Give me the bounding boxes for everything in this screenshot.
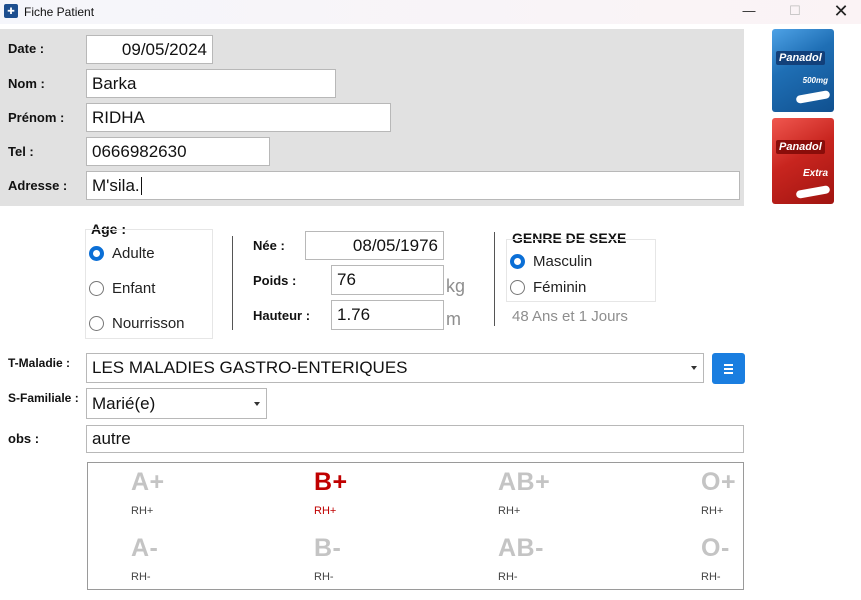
blood-type-a-pos[interactable]: A+ xyxy=(131,468,165,497)
list-icon xyxy=(724,372,733,374)
rh-label: RH- xyxy=(498,571,518,583)
nom-field[interactable]: Barka xyxy=(86,69,336,98)
obs-label: obs : xyxy=(8,431,40,446)
maladie-value: LES MALADIES GASTRO-ENTERIQUES xyxy=(92,358,408,377)
rh-label: RH- xyxy=(131,571,151,583)
hauteur-unit: m xyxy=(446,309,461,329)
list-icon xyxy=(724,368,733,370)
chevron-down-icon xyxy=(691,366,697,370)
date-field[interactable]: 09/05/2024 xyxy=(86,35,213,64)
poids-unit: kg xyxy=(446,276,466,296)
prenom-field[interactable]: RIDHA xyxy=(86,103,391,132)
radio-label: Masculin xyxy=(533,253,593,270)
radio-label: Enfant xyxy=(112,280,156,297)
familiale-label: S-Familiale : xyxy=(8,391,79,405)
panadol-500mg-image: Panadol 500mg xyxy=(772,29,834,112)
panadol-extra-image: Panadol Extra xyxy=(772,118,834,204)
tel-field[interactable]: 0666982630 xyxy=(86,137,270,166)
minimize-button[interactable]: — xyxy=(726,0,772,24)
panadol-sub-label: 500mg xyxy=(802,76,828,85)
blood-type-b-pos[interactable]: B+ xyxy=(314,468,348,497)
blood-type-o-pos[interactable]: O+ xyxy=(701,468,736,497)
nee-label: Née : xyxy=(253,238,285,253)
blood-type-a-neg[interactable]: A- xyxy=(131,534,158,563)
panadol-brand-label: Panadol xyxy=(776,51,825,65)
radio-label: Nourrisson xyxy=(112,315,185,332)
title-bar: ✚ Fiche Patient — ☐ ✕ xyxy=(0,0,861,24)
tablet-shape xyxy=(795,90,831,104)
chevron-down-icon xyxy=(254,401,260,406)
radio-nourrisson[interactable]: Nourrisson xyxy=(89,315,185,332)
list-icon xyxy=(724,364,733,366)
adresse-value: M'sila. xyxy=(92,175,140,195)
text-cursor xyxy=(140,176,142,195)
rh-label: RH+ xyxy=(131,505,154,517)
radio-dot xyxy=(510,254,525,269)
close-button[interactable]: ✕ xyxy=(818,0,861,24)
radio-enfant[interactable]: Enfant xyxy=(89,280,155,297)
app-icon: ✚ xyxy=(4,4,18,18)
window-title: Fiche Patient xyxy=(24,5,95,19)
hauteur-field[interactable]: 1.76 xyxy=(331,300,444,330)
radio-dot xyxy=(89,246,104,261)
poids-label: Poids : xyxy=(253,273,297,288)
radio-masculin[interactable]: Masculin xyxy=(510,253,592,270)
nee-field[interactable]: 08/05/1976 xyxy=(305,231,444,260)
adresse-field[interactable]: M'sila. xyxy=(86,171,740,200)
rh-label: RH+ xyxy=(701,505,724,517)
tel-label: Tel : xyxy=(8,144,34,159)
blood-type-ab-neg[interactable]: AB- xyxy=(498,534,544,563)
panadol-sub-label: Extra xyxy=(802,168,828,179)
radio-label: Féminin xyxy=(533,279,587,296)
blood-type-b-neg[interactable]: B- xyxy=(314,534,341,563)
poids-field[interactable]: 76 xyxy=(331,265,444,295)
separator xyxy=(494,232,495,326)
computed-age: 48 Ans et 1 Jours xyxy=(512,308,628,325)
nom-label: Nom : xyxy=(8,76,45,91)
date-label: Date : xyxy=(8,41,45,56)
maladie-select[interactable]: LES MALADIES GASTRO-ENTERIQUES xyxy=(86,353,704,383)
separator xyxy=(232,236,233,330)
hauteur-label: Hauteur : xyxy=(253,308,311,323)
maladie-label: T-Maladie : xyxy=(8,356,71,370)
blood-group-panel: A+ RH+ B+ RH+ AB+ RH+ O+ RH+ A- RH- B- R… xyxy=(87,462,744,590)
obs-field[interactable]: autre xyxy=(86,425,744,453)
prenom-label: Prénom : xyxy=(8,110,65,125)
panadol-brand-label: Panadol xyxy=(776,140,825,154)
familiale-select[interactable]: Marié(e) xyxy=(86,388,267,419)
radio-feminin[interactable]: Féminin xyxy=(510,279,586,296)
familiale-value: Marié(e) xyxy=(92,393,156,413)
rh-label: RH+ xyxy=(314,505,337,517)
rh-label: RH- xyxy=(314,571,334,583)
radio-label: Adulte xyxy=(112,245,155,262)
list-button[interactable] xyxy=(712,353,745,384)
tablet-shape xyxy=(795,185,831,199)
radio-dot xyxy=(89,316,104,331)
rh-label: RH- xyxy=(701,571,721,583)
maximize-button[interactable]: ☐ xyxy=(772,0,818,24)
blood-type-ab-pos[interactable]: AB+ xyxy=(498,468,550,497)
radio-dot xyxy=(89,281,104,296)
adresse-label: Adresse : xyxy=(8,178,68,193)
radio-dot xyxy=(510,280,525,295)
blood-type-o-neg[interactable]: O- xyxy=(701,534,730,563)
rh-label: RH+ xyxy=(498,505,521,517)
radio-adulte[interactable]: Adulte xyxy=(89,245,155,262)
